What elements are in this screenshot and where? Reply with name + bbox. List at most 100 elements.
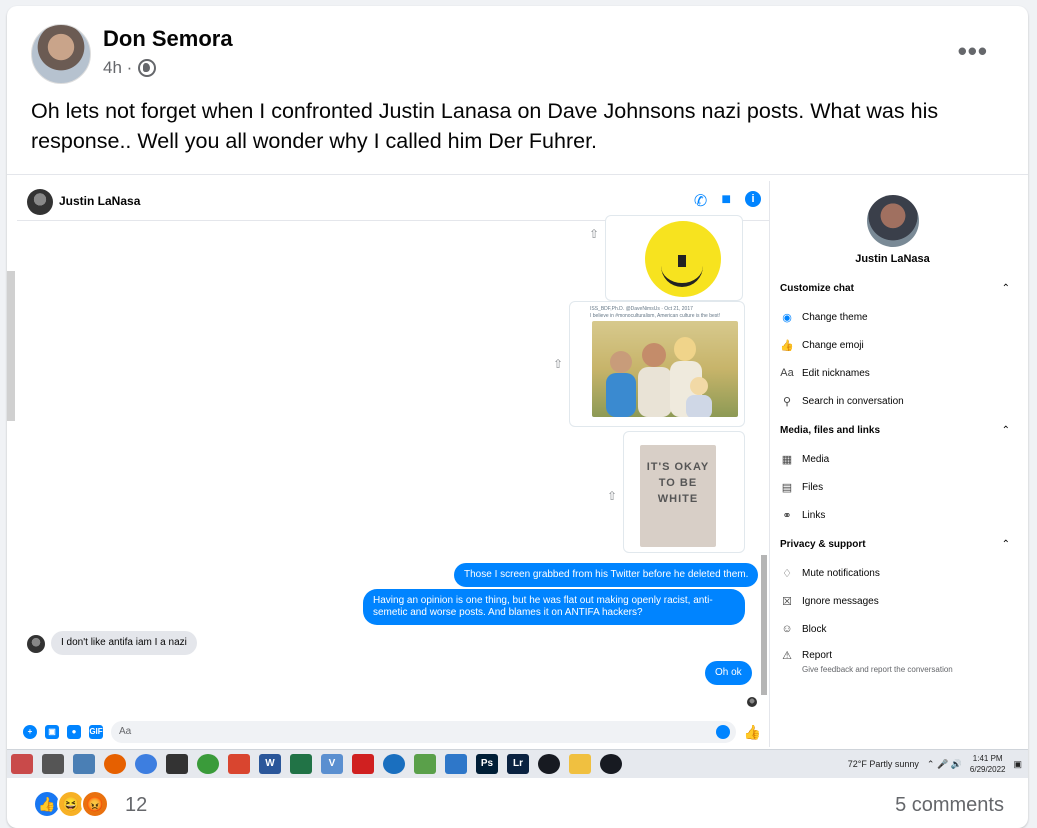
firefox-icon — [104, 754, 126, 774]
phone-icon: ✆ — [693, 193, 708, 210]
smiley-image — [645, 221, 721, 297]
link-icon: ⚭ — [782, 510, 792, 522]
word-icon: W — [259, 754, 281, 774]
chevron-up-icon: ⌃ — [1001, 539, 1010, 550]
post-footer: 👍 😆 😡 12 5 comments — [7, 778, 1028, 828]
thumbs-up-icon: 👍 — [743, 723, 761, 740]
image-icon: ▦ — [781, 454, 793, 466]
barcode-icon — [166, 754, 188, 774]
share-icon: ⇧ — [589, 227, 600, 241]
file-icon: ▤ — [781, 482, 793, 494]
block-item: ☺ Block — [781, 623, 827, 635]
gif-icon: GIF — [89, 725, 103, 739]
reaction-icons[interactable]: 👍 😆 😡 — [33, 790, 109, 818]
folder-icon — [569, 754, 591, 774]
photo-icon: ▣ — [45, 725, 59, 739]
ignore-icon: ☒ — [782, 596, 792, 608]
privacy-heading: Privacy & support — [780, 539, 866, 550]
nickname-icon: Aa — [780, 367, 794, 379]
browser-icon — [135, 754, 157, 774]
message-placeholder: Aa — [119, 726, 132, 737]
more-options-icon[interactable]: ••• — [958, 36, 988, 67]
app-icon — [383, 754, 405, 774]
app-icon — [445, 754, 467, 774]
edit-nicknames-item: Aa Edit nicknames — [780, 367, 870, 379]
clock: 1:41 PM 6/29/2022 — [969, 754, 1006, 774]
system-tray: 72°F Partly sunny ⌃ 🎤 🔊 1:41 PM 6/29/202… — [848, 753, 1022, 775]
message-input: Aa — [111, 721, 736, 743]
search-conversation-item: ⚲ Search in conversation — [780, 395, 1010, 408]
change-theme-item: ◉ Change theme — [780, 311, 1010, 324]
app-icon — [73, 754, 95, 774]
windows-taskbar: W V Ps Lr 72°F Partly sunny ⌃ 🎤 🔊 1:41 P… — [7, 749, 1028, 778]
contact-small-avatar — [27, 635, 45, 653]
report-subtitle: Give feedback and report the conversatio… — [802, 665, 953, 674]
chevron-up-icon: ⌃ — [1001, 425, 1010, 436]
ignore-item: ☒ Ignore messages — [780, 595, 1010, 608]
reaction-count[interactable]: 12 — [125, 794, 147, 817]
flag-icon — [11, 754, 33, 774]
post-time[interactable]: 4h · — [103, 58, 132, 78]
message-outgoing: Oh ok — [705, 661, 752, 685]
vpn-icon: V — [321, 754, 343, 774]
post-text: Oh lets not forget when I confronted Jus… — [31, 99, 939, 153]
poster-image: IT'S OKAY TO BE WHITE — [640, 445, 716, 547]
sticker-icon: ● — [67, 725, 81, 739]
taskbar-apps: W V Ps Lr — [11, 754, 622, 774]
media-item: ▦ Media — [781, 454, 830, 466]
report-item: ⚠ Report — [780, 649, 1010, 662]
chat-scrollbar — [759, 225, 769, 695]
tray-icons: ⌃ 🎤 🔊 — [926, 758, 962, 769]
message-outgoing: Having an opinion is one thing, but he w… — [363, 589, 745, 625]
steam-icon — [538, 754, 560, 774]
contact-avatar — [27, 189, 53, 215]
panel-contact-name: Justin LaNasa — [855, 253, 930, 265]
angry-icon: 😡 — [81, 790, 109, 818]
panel-avatar — [867, 195, 919, 247]
photoshop-icon: Ps — [476, 754, 498, 774]
contact-name: Justin LaNasa — [59, 194, 141, 208]
message-outgoing: Those I screen grabbed from his Twitter … — [454, 563, 759, 587]
weather-text: 72°F Partly sunny — [847, 759, 919, 769]
info-icon: i — [745, 191, 761, 207]
tweet-meta: ISS_BDF,Ph.D. @DaveNimsUs · Oct 21, 2017 — [590, 306, 693, 312]
share-icon: ⇧ — [553, 357, 564, 371]
comments-count[interactable]: 5 comments — [895, 794, 1004, 817]
thumbs-up-icon: 👍 — [780, 340, 794, 352]
notification-icon: ▣ — [1013, 758, 1022, 769]
family-photo — [592, 321, 738, 417]
task-view-icon — [42, 754, 64, 774]
screenshot-left-scrollbar — [7, 271, 15, 421]
media-heading: Media, files and links — [780, 425, 881, 436]
app-icon — [197, 754, 219, 774]
theme-icon: ◉ — [782, 312, 792, 324]
video-icon: ■ — [721, 191, 731, 208]
customize-chat-heading: Customize chat — [780, 283, 854, 294]
emoji-icon — [715, 725, 730, 739]
author-name[interactable]: Don Semora — [103, 26, 233, 52]
lightroom-icon: Lr — [507, 754, 529, 774]
seen-avatar — [747, 697, 757, 707]
author-avatar[interactable] — [31, 24, 91, 84]
chevron-up-icon: ⌃ — [1001, 283, 1010, 294]
search-icon: ⚲ — [782, 396, 792, 408]
pdf-icon — [228, 754, 250, 774]
message-incoming: I don't like antifa iam I a nazi — [51, 631, 197, 655]
photos-icon — [414, 754, 436, 774]
message-composer: + ▣ ● GIF Aa 👍 — [17, 717, 769, 747]
embedded-screenshot[interactable]: Justin LaNasa ✆ ■ i ⇧ ISS_BDF,Ph.D. @Dav… — [7, 174, 1028, 778]
steam-icon — [600, 754, 622, 774]
post-meta: 4h · — [103, 58, 157, 78]
block-icon: ☺ — [781, 623, 793, 635]
chat-header-actions: ✆ ■ i — [694, 191, 761, 211]
tweet-text: I believe in #monoculturalism, American … — [590, 313, 721, 319]
excel-icon — [290, 754, 312, 774]
mute-item: ♢ Mute notifications — [780, 567, 1010, 580]
warning-icon: ⚠ — [782, 650, 792, 662]
chat-details-panel: Justin LaNasa Customize chat ⌃ ◉ Change t… — [769, 181, 1028, 747]
links-item: ⚭ Links — [780, 509, 1010, 522]
bell-icon: ♢ — [782, 568, 792, 580]
files-item: ▤ Files — [781, 482, 824, 494]
globe-icon — [138, 59, 157, 77]
share-icon: ⇧ — [607, 489, 618, 503]
